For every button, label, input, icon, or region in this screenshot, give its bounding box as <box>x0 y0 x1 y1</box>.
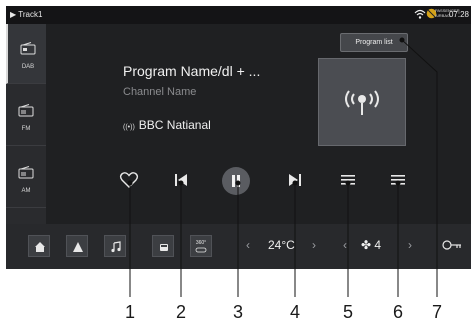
callout-lines <box>127 37 438 297</box>
callout-1: 1 <box>124 302 135 322</box>
callout-5: 5 <box>342 302 353 322</box>
callout-7: 7 <box>431 302 442 322</box>
callout-3: 3 <box>232 302 243 322</box>
callout-2: 2 <box>175 302 186 322</box>
callout-6: 6 <box>392 302 403 322</box>
callout-4: 4 <box>289 302 300 322</box>
